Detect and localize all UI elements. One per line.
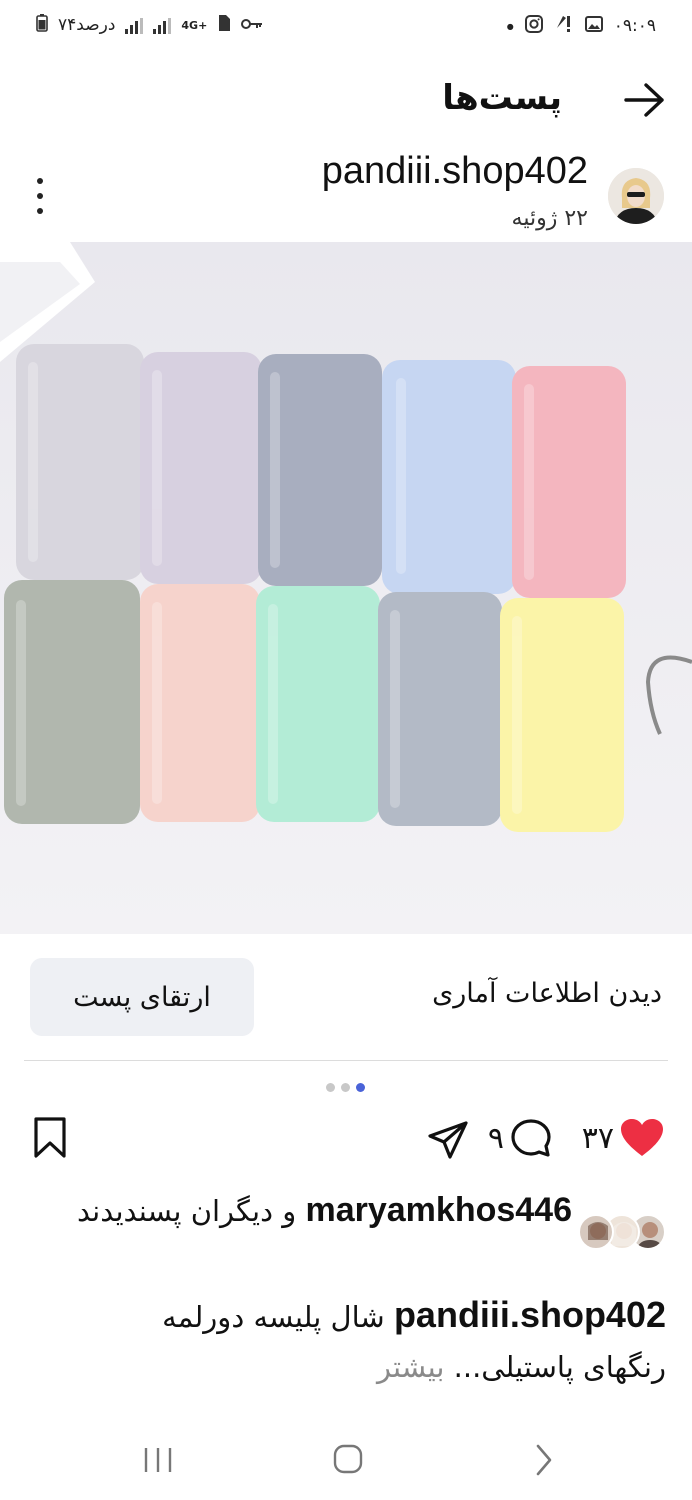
comment-icon[interactable] [510,1118,552,1158]
scarves-photo [0,242,692,934]
status-left: ۷۴درصد 4G+ [36,14,263,37]
back-chevron-icon[interactable] [522,1442,566,1478]
signal-icon [125,17,144,34]
gallery-notification-icon [584,14,604,39]
caption-username[interactable]: pandiii.shop402 [394,1294,666,1335]
recent-apps-icon[interactable] [136,1442,180,1478]
post-caption[interactable]: pandiii.shop402 شال پلیسه دورلمه رنگهای … [32,1290,666,1392]
likes-verb: پسندیدند [76,1194,182,1228]
status-bar: ۷۴درصد 4G+ ● ۰۹:۰۹ [0,0,692,52]
liked-by[interactable]: maryamkhos446 و دیگران پسندیدند [0,1186,692,1286]
like-count: ۳۷ [581,1121,614,1155]
more-options-icon[interactable] [26,178,54,214]
system-nav-bar [0,1420,692,1500]
sim-icon [217,14,231,37]
comment-count: ۹ [487,1121,504,1155]
post-username[interactable]: pandiii.shop402 [322,150,588,193]
share-icon[interactable] [426,1120,470,1160]
bookmark-icon[interactable] [32,1116,68,1160]
post-date: ۲۲ ژوئیه [511,206,588,231]
vpn-key-icon [241,15,263,36]
heart-icon[interactable] [620,1118,664,1158]
likes-text: maryamkhos446 و دیگران پسندیدند [32,1186,572,1235]
boost-post-button[interactable]: ارتقای پست [30,958,254,1036]
view-insights-link[interactable]: دیدن اطلاعات آماری [432,978,662,1009]
battery-percentage: ۷۴درصد [58,15,116,35]
liker-username[interactable]: maryamkhos446 [305,1191,572,1229]
page-title: پست‌ها [442,78,562,118]
post-actions: دیدن اطلاعات آماری ارتقای پست [0,958,692,1038]
signal-icon-2 [153,17,172,34]
home-icon[interactable] [326,1442,370,1478]
liker-avatars [576,1214,666,1250]
status-right: ● ۰۹:۰۹ [507,14,656,39]
engagement-bar: ۳۷ ۹ [0,1110,692,1166]
network-type: 4G+ [181,18,208,32]
caption-line-2: رنگهای پاستیلی... [453,1350,666,1384]
liker-avatar [578,1214,614,1250]
alert-icon [554,14,574,39]
post-image[interactable] [0,242,692,934]
comment-group[interactable]: ۹ [488,1118,552,1158]
carousel-indicator [326,1083,365,1092]
carousel-dot [341,1083,350,1092]
carousel-dot [326,1083,335,1092]
likes-others: و دیگران [190,1194,297,1228]
battery-icon [36,14,48,37]
caption-line-1: شال پلیسه دورلمه [162,1300,385,1334]
arrow-right-icon[interactable] [624,80,666,120]
divider [24,1060,668,1061]
post-header: pandiii.shop402 ۲۲ ژوئیه [0,148,692,240]
notification-dot-icon: ● [506,22,514,31]
avatar[interactable] [608,168,664,224]
like-group[interactable]: ۳۷ [582,1118,664,1158]
profile-photo-icon [608,168,664,224]
caption-more-link[interactable]: بیشتر [377,1350,444,1384]
instagram-notification-icon [524,14,544,39]
clock: ۰۹:۰۹ [613,16,656,36]
carousel-dot-active [356,1083,365,1092]
top-app-bar: پست‌ها [0,70,692,132]
